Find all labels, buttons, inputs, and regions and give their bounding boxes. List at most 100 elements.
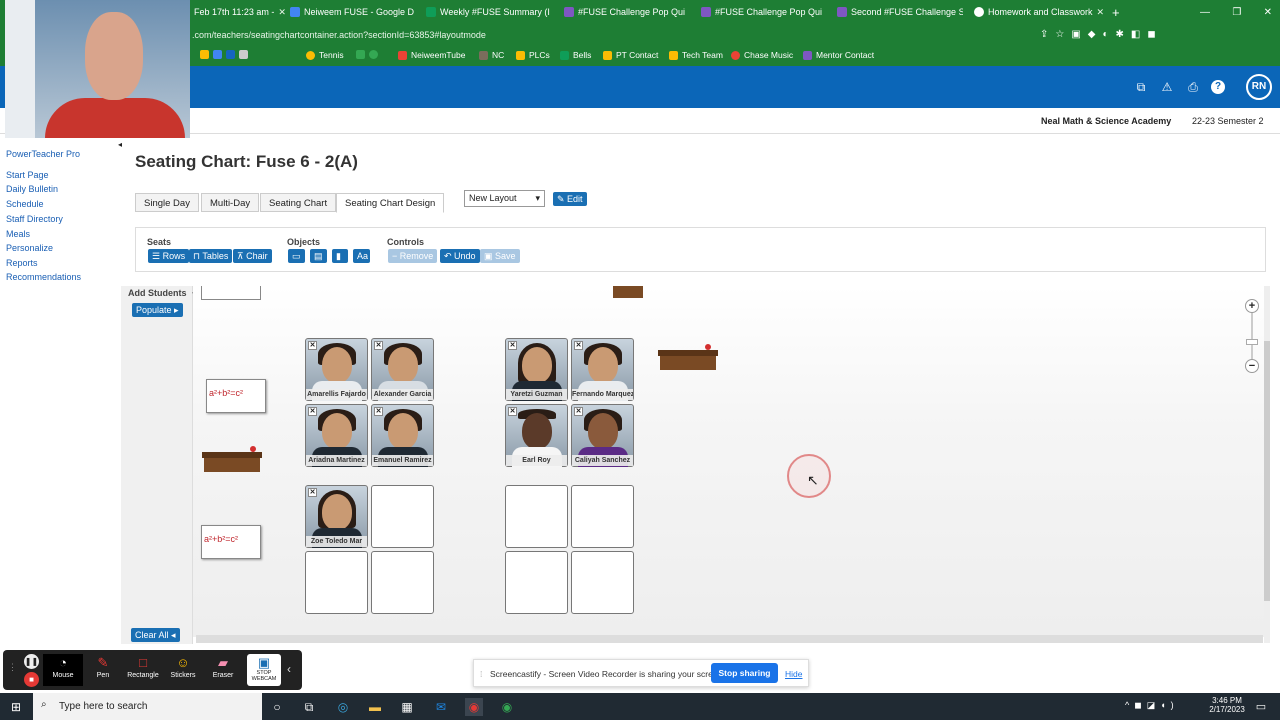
student-seat[interactable]: ✕ Emanuel Ramirez — [371, 404, 434, 467]
remove-button[interactable]: − Remove — [388, 249, 438, 263]
save-button[interactable]: ▣ Save — [480, 249, 520, 263]
browser-tab[interactable]: Feb 17th 11:23 am - ✕ — [190, 3, 285, 21]
nav-meals[interactable]: Meals — [6, 229, 30, 239]
restore-icon[interactable]: ❐ — [1232, 7, 1241, 18]
close-icon[interactable]: ✕ — [689, 7, 690, 18]
tab-seating-chart[interactable]: Seating Chart — [260, 193, 337, 212]
minimize-icon[interactable]: — — [1200, 7, 1210, 18]
external-link-icon[interactable]: ⧉ — [1134, 80, 1148, 94]
student-seat[interactable]: ✕ Amarellis Fajardo — [305, 338, 368, 401]
door-object[interactable] — [613, 286, 643, 298]
empty-seat[interactable] — [571, 485, 634, 548]
taskbar-search[interactable]: ⌕ Type here to search — [33, 693, 262, 720]
empty-seat[interactable] — [505, 485, 568, 548]
alert-icon[interactable]: ⚠ — [1160, 80, 1174, 94]
empty-seat[interactable] — [571, 551, 634, 614]
text-object-button[interactable]: Aa — [353, 249, 370, 263]
remove-student-icon[interactable]: ✕ — [508, 407, 517, 416]
drag-handle[interactable]: ⋮ — [8, 662, 17, 678]
close-icon[interactable]: ✕ — [278, 7, 285, 18]
student-seat[interactable]: ✕ Earl Roy — [505, 404, 568, 467]
tables-button[interactable]: ⊓ Tables — [189, 249, 233, 263]
door-object-icon[interactable]: ▮ — [332, 249, 348, 263]
browser-tab[interactable]: Weekly #FUSE Summary (I ✕ — [422, 3, 555, 21]
browser-tab[interactable]: Second #FUSE Challenge S✕ — [833, 3, 963, 21]
empty-seat[interactable] — [371, 551, 434, 614]
close-icon[interactable]: ✕ — [1097, 7, 1103, 18]
bookmark-item[interactable]: PLCs — [516, 50, 550, 60]
desk-object-icon[interactable]: ▤ — [310, 249, 327, 263]
bookmark-item[interactable]: Tennis — [306, 50, 344, 60]
tab-seating-chart-design[interactable]: Seating Chart Design — [336, 193, 445, 213]
avatar[interactable]: RN — [1246, 74, 1272, 100]
cortana-icon[interactable]: ○ — [268, 698, 286, 716]
remove-student-icon[interactable]: ✕ — [574, 407, 583, 416]
bookmark-item[interactable]: NeiweemTube — [398, 50, 466, 60]
remove-student-icon[interactable]: ✕ — [374, 407, 383, 416]
collapse-toolbar-icon[interactable]: ‹ — [287, 662, 291, 676]
pen-tool[interactable]: ✎ Pen — [83, 654, 123, 686]
board-object-icon[interactable]: ▭ — [288, 249, 305, 263]
zoom-slider-handle[interactable] — [1246, 339, 1258, 345]
whiteboard-object[interactable] — [201, 286, 261, 300]
empty-seat[interactable] — [305, 551, 368, 614]
extension-icons[interactable]: ⇪☆▣◆◐✱◧◼ — [1040, 29, 1163, 40]
bookmark-item[interactable]: Mentor Contact — [803, 50, 874, 60]
close-icon[interactable]: ✕ — [418, 7, 419, 18]
store-icon[interactable]: ▦ — [398, 698, 416, 716]
clock[interactable]: 3:46 PM 2/17/2023 — [1205, 696, 1249, 714]
collapse-icon[interactable]: ◂ — [118, 140, 122, 149]
bookmark-item[interactable]: Chase Music — [731, 50, 793, 60]
populate-button[interactable]: Populate ▸ — [132, 303, 183, 317]
bookmark-icons[interactable] — [356, 50, 378, 59]
vertical-scrollbar[interactable] — [1264, 286, 1270, 643]
close-icon[interactable]: ✕ — [554, 7, 555, 18]
nav-daily-bulletin[interactable]: Daily Bulletin — [6, 184, 58, 194]
mail-icon[interactable]: ✉ — [432, 698, 450, 716]
tab-multi-day[interactable]: Multi-Day — [201, 193, 260, 212]
remove-student-icon[interactable]: ✕ — [308, 341, 317, 350]
nav-personalize[interactable]: Personalize — [6, 243, 53, 253]
edit-button[interactable]: ✎ Edit — [553, 192, 587, 206]
mouse-tool[interactable]: ◔ Mouse — [43, 654, 83, 686]
chrome-profile-icon[interactable]: ◉ — [498, 698, 516, 716]
rectangle-tool[interactable]: □ Rectangle — [123, 654, 163, 686]
stickers-tool[interactable]: ☺ Stickers — [163, 654, 203, 686]
remove-student-icon[interactable]: ✕ — [374, 341, 383, 350]
bookmark-icons[interactable] — [200, 50, 248, 59]
bookmark-item[interactable]: Bells — [560, 50, 591, 60]
bookmark-item[interactable]: Tech Team — [669, 50, 723, 60]
print-icon[interactable]: ⎙ — [1186, 80, 1200, 94]
term-label[interactable]: 22-23 Semester 2 — [1192, 116, 1264, 126]
remove-student-icon[interactable]: ✕ — [508, 341, 517, 350]
teacher-desk-object[interactable] — [658, 344, 718, 372]
empty-seat[interactable] — [505, 551, 568, 614]
file-explorer-icon[interactable]: ▬ — [366, 698, 384, 716]
browser-tab[interactable]: #FUSE Challenge Pop Qui✕ — [697, 3, 827, 21]
zoom-out-icon[interactable]: − — [1245, 359, 1259, 373]
horizontal-scrollbar[interactable] — [196, 635, 1263, 643]
stop-icon[interactable]: ■ — [24, 672, 39, 687]
student-seat[interactable]: ✕ Yaretzi Guzman — [505, 338, 568, 401]
notifications-icon[interactable]: ▭ — [1252, 698, 1270, 716]
undo-button[interactable]: ↶ Undo — [440, 249, 480, 263]
bookmark-item[interactable]: PT Contact — [603, 50, 658, 60]
chair-button[interactable]: ⊼ Chair — [233, 249, 272, 263]
student-seat[interactable]: ✕ Caliyah Sanchez — [571, 404, 634, 467]
task-view-icon[interactable]: ⧉ — [300, 698, 318, 716]
browser-tab[interactable]: Neiweem FUSE - Google D✕ — [286, 3, 419, 21]
close-icon[interactable]: ✕ — [826, 7, 827, 18]
nav-staff-directory[interactable]: Staff Directory — [6, 214, 63, 224]
nav-recommendations[interactable]: Recommendations — [6, 272, 81, 282]
student-seat[interactable]: ✕ Ariadna Martinez — [305, 404, 368, 467]
empty-seat[interactable] — [371, 485, 434, 548]
eraser-tool[interactable]: ▰ Eraser — [203, 654, 243, 686]
nav-start-page[interactable]: Start Page — [6, 170, 49, 180]
browser-tab[interactable]: #FUSE Challenge Pop Qui✕ — [560, 3, 690, 21]
browser-tab[interactable]: Homework and Classwork ✕ — [970, 3, 1103, 21]
layout-select[interactable]: New Layout ▾ — [464, 190, 545, 207]
nav-reports[interactable]: Reports — [6, 258, 38, 268]
nav-app-title[interactable]: PowerTeacher Pro — [6, 149, 80, 159]
zoom-in-icon[interactable]: + — [1245, 299, 1259, 313]
close-window-icon[interactable]: ✕ — [1264, 7, 1272, 18]
